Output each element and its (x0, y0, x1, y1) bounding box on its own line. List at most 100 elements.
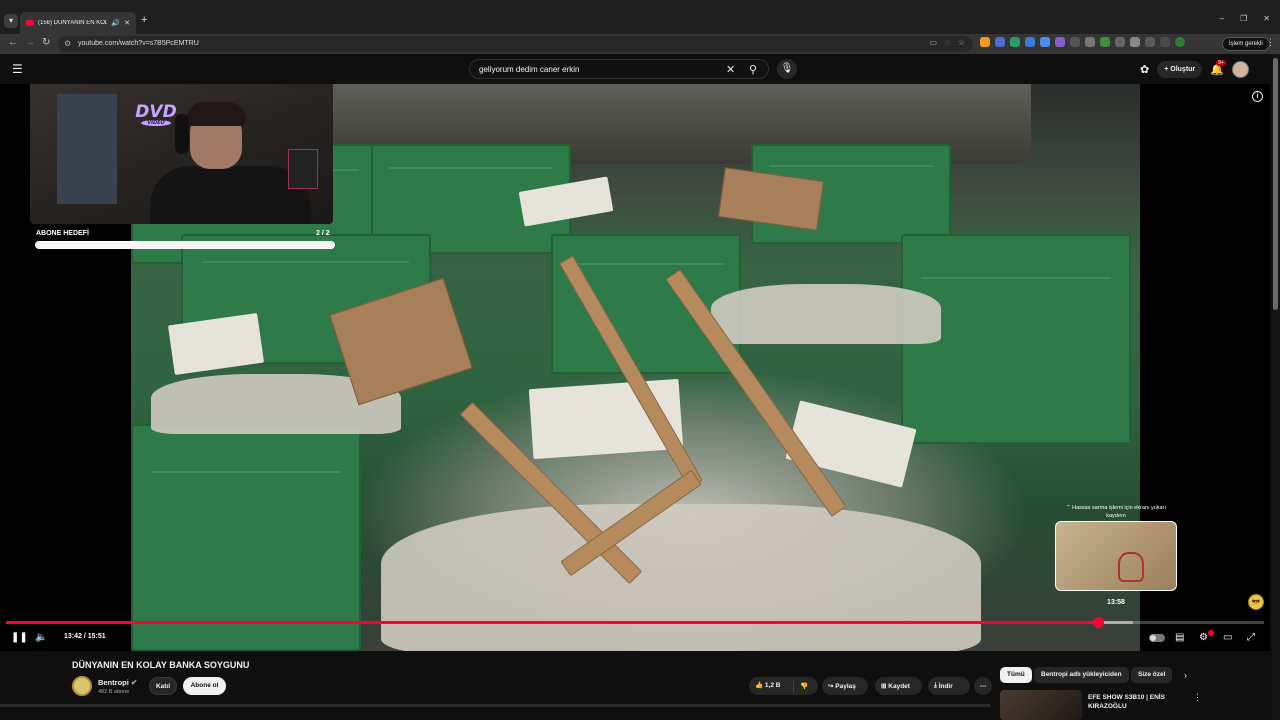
browser-tab-bar: ▾ (156) DÜNYANIN EN KOLAY BANK... 🔊 ✕ + … (0, 0, 1280, 34)
subscribe-button[interactable]: Abone ol (183, 677, 226, 695)
scrollbar-thumb[interactable] (1273, 58, 1278, 310)
extension-icon[interactable] (1010, 37, 1020, 47)
puzzle-icon[interactable] (1145, 37, 1155, 47)
share-button[interactable]: ↪ Paylaş (822, 677, 868, 695)
address-bar[interactable]: ⚙ youtube.com/watch?v=s7B5PcEMTRU ▭ ◌ ☆ (58, 36, 973, 52)
verified-icon: ✔ (130, 678, 138, 687)
extension-icon[interactable] (1085, 37, 1095, 47)
recommendation-title[interactable]: EFE SHOW S3B10 | ENİS KIRAZOĞLU (1088, 693, 1188, 711)
more-actions-icon[interactable]: ⋯ (974, 677, 992, 695)
menu-icon[interactable]: ☰ (12, 62, 23, 76)
eye-off-icon[interactable]: ◌ (945, 38, 950, 47)
dislike-button[interactable]: 👎 (794, 682, 808, 690)
restore-icon[interactable]: ❐ (1240, 14, 1247, 23)
extension-icon[interactable] (1040, 37, 1050, 47)
scrubber-handle[interactable] (1092, 617, 1104, 628)
progress-played (6, 621, 1098, 624)
save-label: Kaydet (888, 682, 910, 690)
puzzle-icon[interactable]: ✿ (1140, 63, 1149, 76)
youtube-masthead: ☰ geliyorum dedim caner erkin ✕ ⚲ 🎙 ✿ + … (0, 54, 1270, 84)
browser-tab[interactable]: (156) DÜNYANIN EN KOLAY BANK... 🔊 ✕ (20, 12, 136, 34)
cast-icon[interactable]: ▭ (930, 38, 938, 47)
preview-stain (1118, 552, 1144, 582)
chevron-right-icon[interactable]: › (1184, 670, 1187, 680)
notification-badge: 9+ (1216, 60, 1226, 66)
channel-avatar[interactable] (72, 676, 92, 696)
fullscreen-icon[interactable]: ⤢ (1247, 632, 1255, 643)
url-text: youtube.com/watch?v=s7B5PcEMTRU (78, 40, 199, 47)
like-count: 1,2 B (764, 682, 781, 689)
share-label: Paylaş (835, 682, 856, 690)
clear-search-icon[interactable]: ✕ (726, 63, 735, 76)
minimize-icon[interactable]: – (1220, 14, 1224, 23)
theater-mode-icon[interactable]: ▭ (1223, 632, 1232, 643)
bookmark-star-icon[interactable]: ☆ (958, 38, 965, 47)
like-dislike-group: 👍 1,2 B 👎 (749, 677, 818, 695)
speaker-icon[interactable]: 🔊 (111, 19, 120, 27)
search-input[interactable]: geliyorum dedim caner erkin (479, 65, 580, 74)
subtitles-icon[interactable]: ▤ (1175, 632, 1184, 643)
extension-icon[interactable] (1025, 37, 1035, 47)
reload-icon[interactable]: ↻ (42, 37, 50, 48)
chip-all[interactable]: Tümü (1000, 667, 1032, 683)
microphone-icon[interactable]: 🎙 (777, 59, 797, 79)
money-pile (711, 284, 941, 344)
close-tab-icon[interactable]: ✕ (124, 19, 130, 27)
thumbs-up-icon: 👍 (755, 682, 764, 689)
info-icon[interactable]: i (1252, 91, 1263, 102)
recommendation-thumbnail[interactable] (1000, 690, 1082, 720)
notifications-bell-icon[interactable]: 🔔 9+ (1210, 60, 1226, 76)
thumbs-down-icon: 👎 (800, 683, 809, 690)
autoplay-toggle[interactable] (1149, 634, 1165, 642)
recommendation-menu-icon[interactable]: ⋮ (1193, 692, 1202, 703)
new-tab-icon[interactable]: + (141, 14, 147, 26)
dvd-video-logo: DVD VIDEO (129, 104, 183, 128)
seek-preview-time: 13:58 (1107, 599, 1125, 606)
channel-name-text: Bentropi (98, 678, 129, 687)
pause-icon[interactable]: ❚❚ (11, 632, 28, 643)
subscriber-count: 482 B abone (98, 689, 130, 695)
time-display: 13:42 / 15:51 (64, 633, 106, 640)
forward-icon[interactable]: → (25, 37, 35, 48)
green-crate (131, 424, 361, 651)
background-door (57, 94, 117, 204)
seek-preview-thumbnail (1055, 521, 1177, 591)
extension-icon[interactable] (995, 37, 1005, 47)
download-button[interactable]: ⤓ İndir (928, 677, 970, 695)
profile-action-button[interactable]: İşlem gerekli (1222, 37, 1270, 51)
extension-icon[interactable] (1130, 37, 1140, 47)
download-icon: ⤓ (934, 682, 937, 689)
chip-for-you[interactable]: Size özel (1131, 667, 1173, 683)
seek-hint-text: Hassas sarma işlemi için ekranı yukarı k… (1072, 505, 1166, 519)
chip-from-uploader[interactable]: Bentropi adlı yükleyiciden (1034, 667, 1129, 683)
close-window-icon[interactable]: ✕ (1263, 14, 1270, 23)
account-avatar[interactable] (1231, 61, 1249, 78)
back-icon[interactable]: ← (8, 37, 18, 48)
extension-icon[interactable] (1115, 37, 1125, 47)
tab-search-icon[interactable]: ▾ (4, 14, 18, 28)
page-scrollbar[interactable] (1272, 54, 1280, 720)
video-title: DÜNYANIN EN KOLAY BANKA SOYGUNU (72, 660, 250, 670)
channel-name[interactable]: Bentropi ✔ (98, 678, 137, 687)
progress-bar[interactable] (6, 617, 1264, 628)
create-button[interactable]: + Oluştur (1157, 61, 1203, 78)
profile-icon[interactable] (1175, 37, 1185, 47)
like-button[interactable]: 👍 1,2 B (749, 680, 794, 692)
extension-icon[interactable] (1070, 37, 1080, 47)
site-info-icon[interactable]: ⚙ (64, 39, 71, 48)
browser-menu-icon[interactable]: ⋮ (1266, 37, 1275, 48)
save-button[interactable]: ⊞ Kaydet (875, 677, 922, 695)
settings-gear-icon[interactable]: ⚙ (1199, 632, 1208, 643)
extension-icon[interactable] (980, 37, 990, 47)
bookmark-icon: ⊞ (881, 683, 887, 690)
extension-icon[interactable] (1100, 37, 1110, 47)
join-button[interactable]: Katıl (149, 677, 177, 695)
subscriber-goal-count: 2 / 2 (316, 230, 330, 237)
extension-icon[interactable] (1160, 37, 1170, 47)
search-box[interactable]: geliyorum dedim caner erkin ✕ ⚲ (469, 59, 769, 79)
search-icon[interactable]: ⚲ (749, 63, 757, 76)
volume-icon[interactable]: 🔈 (35, 632, 47, 643)
video-player[interactable]: DVD VIDEO ABONE HEDEFİ 2 / 2 i ⌃ Hassas s… (0, 84, 1270, 651)
extension-icon[interactable] (1055, 37, 1065, 47)
create-label: Oluştur (1170, 66, 1196, 73)
